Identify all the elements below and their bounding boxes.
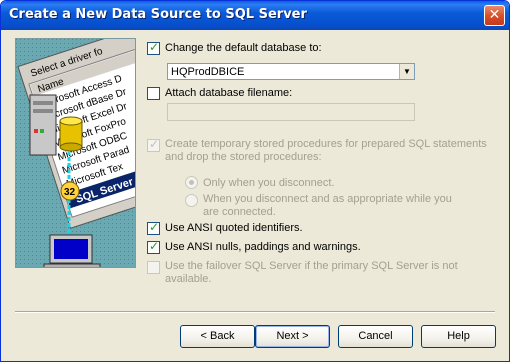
dialog-window: Create a New Data Source to SQL Server ✕…: [0, 0, 510, 362]
ansi-nulls-label[interactable]: Use ANSI nulls, paddings and warnings.: [165, 241, 361, 253]
computer-icon: [43, 234, 101, 267]
separator: [15, 311, 495, 313]
close-button[interactable]: ✕: [484, 5, 505, 26]
server-icon: [29, 94, 57, 156]
wizard-illustration: Select a driver fo Name Microsoft Access…: [15, 38, 136, 268]
radio-disconnect-appropriate-label: When you disconnect and as appropriate w…: [203, 193, 452, 218]
driver-32bit-icon: 32: [60, 181, 80, 201]
radio-only-disconnect[interactable]: [185, 176, 198, 189]
change-default-db-label[interactable]: Change the default database to:: [165, 42, 322, 54]
window-title: Create a New Data Source to SQL Server: [9, 7, 307, 22]
attach-db-label[interactable]: Attach database filename:: [165, 87, 292, 99]
failover-checkbox[interactable]: [147, 261, 160, 274]
temp-procs-label: Create temporary stored procedures for p…: [165, 138, 487, 163]
illus-badge: 32: [64, 187, 76, 198]
chevron-down-icon[interactable]: ▼: [399, 64, 414, 79]
database-icon: [59, 116, 83, 152]
radio-only-disconnect-label: Only when you disconnect.: [203, 177, 335, 189]
title-bar[interactable]: Create a New Data Source to SQL Server ✕: [1, 1, 509, 30]
radio-disconnect-appropriate[interactable]: [185, 194, 198, 207]
help-button[interactable]: Help: [421, 325, 496, 348]
default-database-value: HQProdDBICE: [171, 66, 245, 78]
close-icon: ✕: [488, 7, 501, 23]
wizard-illustration-art: Select a driver fo Name Microsoft Access…: [16, 39, 135, 267]
ansi-quoted-label[interactable]: Use ANSI quoted identifiers.: [165, 222, 303, 234]
attach-db-filename-input[interactable]: [167, 103, 415, 121]
dialog-client-area: Select a driver fo Name Microsoft Access…: [4, 30, 506, 360]
default-database-combo[interactable]: HQProdDBICE ▼: [167, 63, 415, 80]
next-button[interactable]: Next >: [255, 325, 330, 348]
attach-db-checkbox[interactable]: [147, 87, 160, 100]
cancel-button[interactable]: Cancel: [338, 325, 413, 348]
temp-procs-checkbox[interactable]: ✓: [147, 137, 160, 152]
ansi-quoted-checkbox[interactable]: ✓: [147, 220, 160, 235]
change-default-db-checkbox[interactable]: ✓: [147, 40, 160, 55]
failover-label: Use the failover SQL Server if the prima…: [165, 260, 458, 285]
ansi-nulls-checkbox[interactable]: ✓: [147, 239, 160, 254]
back-button[interactable]: < Back: [180, 325, 255, 348]
